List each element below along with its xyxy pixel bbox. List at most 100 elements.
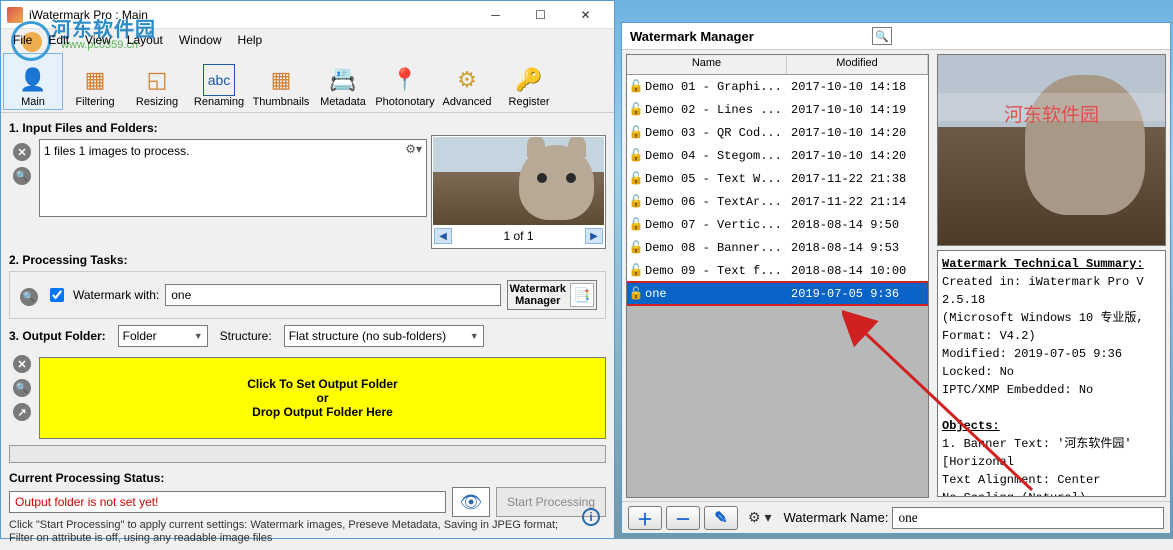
- summary-line: IPTC/XMP Embedded: No: [942, 381, 1161, 399]
- table-row[interactable]: 🔓Demo 06 - TextAr...2017-11-22 21:14: [627, 190, 928, 213]
- lock-icon: 🔓: [627, 263, 645, 278]
- row-date: 2017-10-10 14:20: [787, 126, 928, 140]
- tasks-section-title: 2. Processing Tasks:: [9, 253, 606, 267]
- col-header-name[interactable]: Name: [627, 55, 787, 74]
- output-open-button[interactable]: ↗: [13, 403, 31, 421]
- menu-help[interactable]: Help: [230, 31, 271, 49]
- menu-file[interactable]: File: [5, 31, 40, 49]
- row-date: 2017-10-10 14:19: [787, 103, 928, 117]
- summary-title: Watermark Technical Summary:: [942, 255, 1161, 273]
- watermark-name-field[interactable]: one: [165, 284, 500, 306]
- tool-renaming[interactable]: abcRenaming: [189, 53, 249, 110]
- output-zoom-button[interactable]: 🔍: [13, 379, 31, 397]
- tasks-zoom-button[interactable]: 🔍: [20, 288, 38, 306]
- menu-window[interactable]: Window: [171, 31, 230, 49]
- wm-window-title: Watermark Manager: [630, 29, 754, 44]
- menu-layout[interactable]: Layout: [119, 31, 171, 49]
- wm-options-dropdown[interactable]: ⚙ ▾: [748, 509, 771, 526]
- row-date: 2019-07-05 9:36: [787, 287, 928, 301]
- wm-search-button[interactable]: 🔍: [872, 27, 892, 45]
- tool-resizing[interactable]: ◱Resizing: [127, 53, 187, 110]
- zoom-button[interactable]: 🔍: [13, 167, 31, 185]
- row-date: 2017-11-22 21:14: [787, 195, 928, 209]
- app-icon: [7, 7, 23, 23]
- folder-combo[interactable]: Folder▼: [118, 325, 208, 347]
- tool-thumbnails[interactable]: ▦Thumbnails: [251, 53, 311, 110]
- table-row[interactable]: 🔓Demo 08 - Banner...2018-08-14 9:53: [627, 236, 928, 259]
- row-date: 2017-11-22 21:38: [787, 172, 928, 186]
- row-name: Demo 03 - QR Cod...: [645, 126, 787, 140]
- col-header-modified[interactable]: Modified: [787, 55, 928, 74]
- table-row[interactable]: 🔓Demo 02 - Lines ...2017-10-10 14:19: [627, 98, 928, 121]
- thumbnails-icon: ▦: [265, 64, 297, 96]
- output-folder-dropzone[interactable]: Click To Set Output Folder or Drop Outpu…: [39, 357, 606, 439]
- lock-icon: 🔓: [627, 148, 645, 163]
- row-date: 2018-08-14 9:50: [787, 218, 928, 232]
- close-button[interactable]: ✕: [563, 1, 608, 29]
- add-watermark-button[interactable]: ＋: [628, 506, 662, 530]
- row-name: one: [645, 287, 787, 301]
- lock-icon: 🔓: [627, 194, 645, 209]
- preview-eye-button[interactable]: 👁: [452, 487, 490, 517]
- watermark-name-input[interactable]: [892, 507, 1164, 529]
- input-files-list[interactable]: 1 files 1 images to process. ⚙▾: [39, 139, 427, 217]
- table-row[interactable]: 🔓Demo 05 - Text W...2017-11-22 21:38: [627, 167, 928, 190]
- row-date: 2017-10-10 14:18: [787, 80, 928, 94]
- summary-line: Modified: 2019-07-05 9:36: [942, 345, 1161, 363]
- minimize-button[interactable]: ─: [473, 1, 518, 29]
- table-row[interactable]: 🔓Demo 04 - Stegom...2017-10-10 14:20: [627, 144, 928, 167]
- tool-filtering[interactable]: ▦Filtering: [65, 53, 125, 110]
- tool-metadata[interactable]: 📇Metadata: [313, 53, 373, 110]
- thumb-next-button[interactable]: ▶: [585, 228, 603, 244]
- thumbnail-panel: ◀ 1 of 1 ▶: [431, 135, 606, 249]
- watermark-name-label: Watermark Name:: [783, 510, 888, 525]
- toolbar: 👤Main ▦Filtering ◱Resizing abcRenaming ▦…: [1, 51, 614, 113]
- info-button[interactable]: i: [582, 508, 600, 526]
- tool-advanced[interactable]: ⚙Advanced: [437, 53, 497, 110]
- menu-view[interactable]: View: [77, 31, 119, 49]
- maximize-button[interactable]: ☐: [518, 1, 563, 29]
- tool-register[interactable]: 🔑Register: [499, 53, 559, 110]
- watermark-summary: Watermark Technical Summary: Created in:…: [937, 250, 1166, 497]
- row-date: 2017-10-10 14:20: [787, 149, 928, 163]
- tool-photonotary[interactable]: 📍Photonotary: [375, 53, 435, 110]
- thumb-prev-button[interactable]: ◀: [434, 228, 452, 244]
- watermark-with-label: Watermark with:: [73, 288, 159, 302]
- watermark-checkbox[interactable]: [50, 288, 64, 302]
- thumbnail-image[interactable]: [433, 137, 604, 225]
- tool-main[interactable]: 👤Main: [3, 53, 63, 110]
- row-name: Demo 06 - TextAr...: [645, 195, 787, 209]
- lock-icon: 🔓: [627, 79, 645, 94]
- clear-files-button[interactable]: ✕: [13, 143, 31, 161]
- remove-watermark-button[interactable]: －: [666, 506, 700, 530]
- row-name: Demo 02 - Lines ...: [645, 103, 787, 117]
- table-row[interactable]: 🔓Demo 09 - Text f...2018-08-14 10:00: [627, 259, 928, 282]
- summary-line: (Microsoft Windows 10 专业版, Format: V4.2): [942, 309, 1161, 345]
- row-name: Demo 01 - Graphi...: [645, 80, 787, 94]
- lock-icon: 🔓: [627, 171, 645, 186]
- table-row[interactable]: 🔓one2019-07-05 9:36: [627, 282, 928, 305]
- structure-combo[interactable]: Flat structure (no sub-folders)▼: [284, 325, 484, 347]
- resize-icon: ◱: [141, 64, 173, 96]
- lock-icon: 🔓: [627, 102, 645, 117]
- summary-line: 1. Banner Text: '河东软件园': [942, 435, 1161, 453]
- watermark-manager-button[interactable]: WatermarkManager 📑: [507, 280, 597, 310]
- menu-edit[interactable]: Edit: [40, 31, 77, 49]
- row-name: Demo 07 - Vertic...: [645, 218, 787, 232]
- table-row[interactable]: 🔓Demo 03 - QR Cod...2017-10-10 14:20: [627, 121, 928, 144]
- watermark-list-table: Name Modified 🔓Demo 01 - Graphi...2017-1…: [626, 54, 929, 498]
- row-name: Demo 09 - Text f...: [645, 264, 787, 278]
- table-row[interactable]: 🔓Demo 07 - Vertic...2018-08-14 9:50: [627, 213, 928, 236]
- file-options-dropdown[interactable]: ⚙▾: [405, 142, 422, 156]
- watermark-preview: 河东软件园: [937, 54, 1166, 246]
- status-message: Output folder is not set yet!: [9, 491, 446, 513]
- filter-icon: ▦: [79, 64, 111, 96]
- edit-watermark-button[interactable]: ✎: [704, 506, 738, 530]
- window-title: iWatermark Pro : Main: [29, 8, 473, 22]
- table-row[interactable]: 🔓Demo 01 - Graphi...2017-10-10 14:18: [627, 75, 928, 98]
- clear-output-button[interactable]: ✕: [13, 355, 31, 373]
- photonotary-icon: 📍: [389, 64, 421, 96]
- file-summary-text: 1 files 1 images to process.: [44, 144, 189, 158]
- hint-text: Click "Start Processing" to apply curren…: [9, 519, 569, 545]
- summary-line: No Scaling (Natural),: [942, 489, 1161, 497]
